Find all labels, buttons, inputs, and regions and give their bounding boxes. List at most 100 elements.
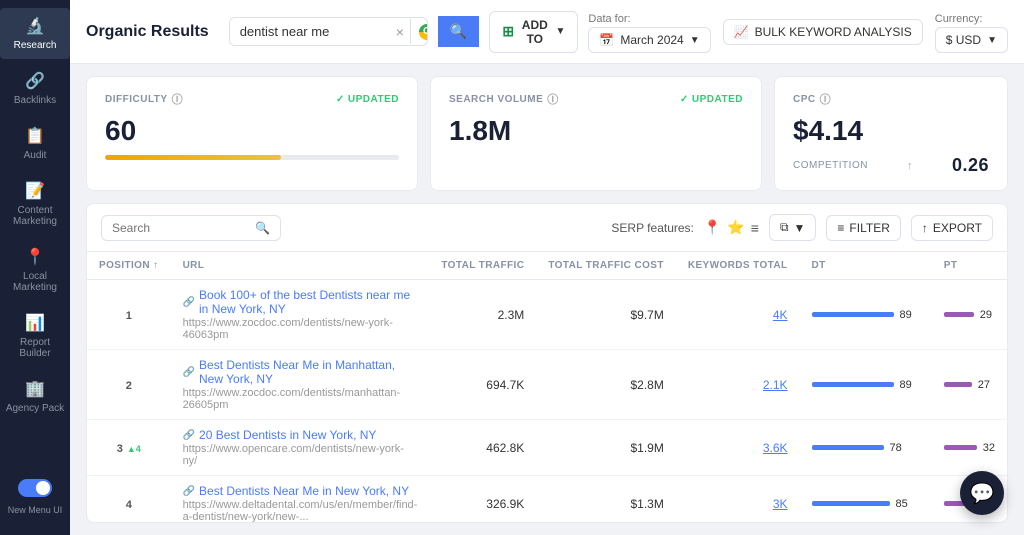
results-table: POSITION ↑ URL TOTAL TRAFFIC TOTAL TRAFF… xyxy=(87,252,1007,522)
export-button[interactable]: ↑ EXPORT xyxy=(911,215,993,241)
keywords-link[interactable]: 3.6K xyxy=(763,441,788,455)
info-icon[interactable]: ⓘ xyxy=(820,91,832,107)
add-to-label: ADD TO xyxy=(520,18,549,46)
pt-bar-fill xyxy=(944,312,974,317)
external-link-icon: 🔗 xyxy=(183,486,195,497)
backlinks-icon: 🔗 xyxy=(25,71,45,91)
col-pt: PT xyxy=(932,252,1007,280)
url-link[interactable]: 🔗 Best Dentists Near Me in New York, NY xyxy=(183,484,418,498)
copy-button[interactable]: ⧉ ▼ xyxy=(769,214,816,241)
external-link-icon: 🔗 xyxy=(183,430,195,441)
url-domain: https://www.opencare.com/dentists/new-yo… xyxy=(183,443,418,467)
add-to-button[interactable]: ⊞ ADD TO ▼ xyxy=(489,11,578,53)
new-menu-label: New Menu UI xyxy=(8,505,63,515)
difficulty-label: DIFFICULTY ⓘ ✓ Updated xyxy=(105,91,399,107)
traffic-cell: 694.7K xyxy=(429,350,536,420)
star-icon[interactable]: ⭐ xyxy=(727,219,744,236)
traffic-cell: 2.3M xyxy=(429,280,536,350)
sidebar-item-local-marketing[interactable]: 📍 Local Marketing xyxy=(0,239,70,301)
url-domain: https://www.zocdoc.com/dentists/new-york… xyxy=(183,317,418,341)
pt-cell: 29 xyxy=(932,280,1007,350)
position-cell: 2 xyxy=(87,350,171,420)
search-volume-card: SEARCH VOLUME ⓘ ✓ Updated 1.8M xyxy=(430,76,762,191)
competition-row: COMPETITION ↑ 0.26 xyxy=(793,155,989,176)
difficulty-updated: ✓ Updated xyxy=(336,94,399,105)
url-cell: 🔗 Best Dentists Near Me in New York, NY … xyxy=(171,476,430,523)
position-cell: 3 ▲4 xyxy=(87,420,171,476)
table-header: POSITION ↑ URL TOTAL TRAFFIC TOTAL TRAFF… xyxy=(87,252,1007,280)
keywords-total-cell: 4K xyxy=(676,280,800,350)
cpc-card: CPC ⓘ $4.14 COMPETITION ↑ 0.26 xyxy=(774,76,1008,191)
serp-icons: 📍 ⭐ ≡ xyxy=(704,219,759,236)
sidebar-item-label: Research xyxy=(14,40,57,51)
search-button[interactable]: 🔍 xyxy=(438,16,479,47)
sidebar-item-backlinks[interactable]: 🔗 Backlinks xyxy=(0,63,70,114)
filter-icon: ≡ xyxy=(837,221,844,235)
competition-info-icon[interactable]: ↑ xyxy=(907,160,913,172)
currency-selector[interactable]: $ USD ▼ xyxy=(935,27,1008,53)
agency-pack-icon: 🏢 xyxy=(25,379,45,399)
bulk-keyword-button[interactable]: 📈 BULK KEYWORD ANALYSIS xyxy=(723,19,923,45)
url-link[interactable]: 🔗 Best Dentists Near Me in Manhattan, Ne… xyxy=(183,358,418,386)
sidebar-item-label: Local Marketing xyxy=(4,271,66,293)
sidebar: 🔬 Research 🔗 Backlinks 📋 Audit 📝 Content… xyxy=(0,0,70,535)
sidebar-item-content-marketing[interactable]: 📝 Content Marketing xyxy=(0,173,70,235)
keywords-total-cell: 3.6K xyxy=(676,420,800,476)
filter-label: FILTER xyxy=(849,221,889,235)
sidebar-bottom: New Menu UI xyxy=(8,479,63,527)
position-badge: 1 xyxy=(126,310,132,322)
google-icon: G xyxy=(419,24,428,40)
audit-icon: 📋 xyxy=(25,126,45,146)
bulk-button-label: BULK KEYWORD ANALYSIS xyxy=(755,25,912,39)
check-icon: ✓ xyxy=(336,94,345,105)
traffic-cost-cell: $2.8M xyxy=(536,350,676,420)
sidebar-item-audit[interactable]: 📋 Audit xyxy=(0,118,70,169)
keywords-total-cell: 3K xyxy=(676,476,800,523)
metrics-row: DIFFICULTY ⓘ ✓ Updated 60 SEARCH VOLUME … xyxy=(70,64,1024,203)
dt-cell: 85 xyxy=(800,476,932,523)
export-label: EXPORT xyxy=(933,221,982,235)
position-cell: 1 xyxy=(87,280,171,350)
list-icon[interactable]: ≡ xyxy=(751,220,759,236)
search-engine-selector[interactable]: G 🇺🇸 ▼ xyxy=(410,19,428,44)
url-link[interactable]: 🔗 Book 100+ of the best Dentists near me… xyxy=(183,288,418,316)
url-link[interactable]: 🔗 20 Best Dentists in New York, NY xyxy=(183,428,418,442)
sidebar-item-research[interactable]: 🔬 Research xyxy=(0,8,70,59)
sidebar-item-label: Content Marketing xyxy=(4,205,66,227)
topbar-right: Data for: 📅 March 2024 ▼ 📈 BULK KEYWORD … xyxy=(588,10,1008,53)
external-link-icon: 🔗 xyxy=(183,367,195,378)
info-icon[interactable]: ⓘ xyxy=(172,91,184,107)
sidebar-item-label: Audit xyxy=(24,150,47,161)
date-picker-button[interactable]: 📅 March 2024 ▼ xyxy=(588,27,710,53)
keywords-link[interactable]: 2.1K xyxy=(763,378,788,392)
sidebar-item-report-builder[interactable]: 📊 Report Builder xyxy=(0,305,70,367)
sidebar-item-label: Report Builder xyxy=(4,337,66,359)
table-body: 1 🔗 Book 100+ of the best Dentists near … xyxy=(87,280,1007,523)
col-position[interactable]: POSITION ↑ xyxy=(87,252,171,280)
traffic-cost-cell: $1.9M xyxy=(536,420,676,476)
pt-bar: 29 xyxy=(944,309,995,321)
search-input[interactable] xyxy=(230,18,390,45)
position-badge: 2 xyxy=(126,380,132,392)
results-search-input[interactable] xyxy=(112,221,249,235)
url-cell: 🔗 Book 100+ of the best Dentists near me… xyxy=(171,280,430,350)
info-icon[interactable]: ⓘ xyxy=(547,91,559,107)
pin-icon[interactable]: 📍 xyxy=(704,219,721,236)
url-cell: 🔗 20 Best Dentists in New York, NY https… xyxy=(171,420,430,476)
sidebar-item-agency-pack[interactable]: 🏢 Agency Pack xyxy=(0,371,70,422)
competition-label: COMPETITION xyxy=(793,160,868,171)
pt-cell: 32 xyxy=(932,420,1007,476)
cpc-value: $4.14 xyxy=(793,115,989,147)
dt-value: 89 xyxy=(900,309,912,321)
filter-button[interactable]: ≡ FILTER xyxy=(826,215,900,241)
keywords-link[interactable]: 4K xyxy=(773,308,788,322)
new-menu-toggle[interactable] xyxy=(18,479,52,497)
content-marketing-icon: 📝 xyxy=(25,181,45,201)
page-title: Organic Results xyxy=(86,23,209,41)
chat-bubble-button[interactable]: 💬 xyxy=(960,471,1004,515)
search-clear-button[interactable]: × xyxy=(390,24,410,40)
pt-bar-fill xyxy=(944,445,977,450)
keywords-link[interactable]: 3K xyxy=(773,497,788,511)
traffic-cell: 326.9K xyxy=(429,476,536,523)
dt-cell: 89 xyxy=(800,280,932,350)
